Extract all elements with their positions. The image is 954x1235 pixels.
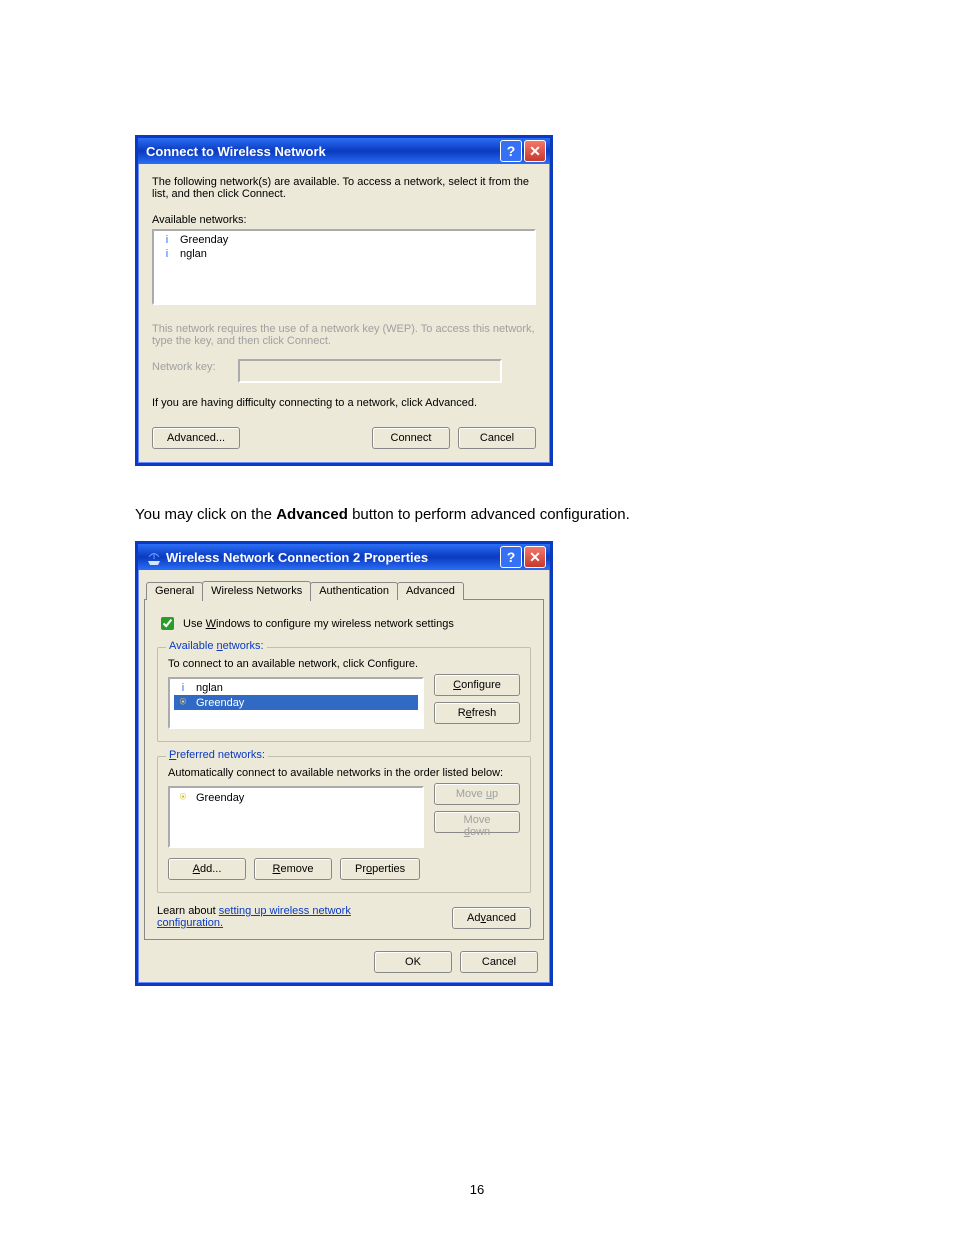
network-item[interactable]: i nglan	[158, 247, 530, 261]
network-item[interactable]: i Greenday	[158, 233, 530, 247]
learn-text: Learn about setting up wireless network …	[157, 905, 442, 929]
network-item[interactable]: ⍟ Greenday	[174, 695, 418, 710]
available-networks-group: Available networks: To connect to an ava…	[157, 647, 531, 742]
configure-button[interactable]: Configure	[434, 674, 520, 696]
remove-button[interactable]: Remove	[254, 858, 332, 880]
wireless-icon	[146, 553, 162, 565]
refresh-button[interactable]: Refresh	[434, 702, 520, 724]
difficulty-text: If you are having difficulty connecting …	[152, 397, 536, 409]
tab-advanced[interactable]: Advanced	[397, 582, 464, 600]
cancel-button[interactable]: Cancel	[458, 427, 536, 449]
preferred-hint: Automatically connect to available netwo…	[168, 767, 520, 779]
available-networks-list[interactable]: i Greenday i nglan	[152, 229, 536, 305]
page-number: 16	[0, 1182, 954, 1197]
instruction-text: You may click on the Advanced button to …	[135, 506, 735, 523]
help-link[interactable]: configuration.	[157, 917, 223, 929]
available-networks-list[interactable]: i nglan ⍟ Greenday	[168, 677, 424, 729]
dialog-title: Wireless Network Connection 2 Properties	[166, 550, 428, 565]
use-windows-checkbox-input[interactable]	[161, 617, 174, 630]
intro-text: The following network(s) are available. …	[152, 176, 536, 200]
titlebar: Wireless Network Connection 2 Properties…	[138, 544, 550, 570]
move-up-button[interactable]: Move up	[434, 783, 520, 805]
ok-button[interactable]: OK	[374, 951, 452, 973]
group-legend: Available networks:	[166, 640, 267, 652]
secure-wireless-icon: ⍟	[176, 791, 190, 804]
help-icon[interactable]: ?	[500, 140, 522, 162]
dialog-title: Connect to Wireless Network	[146, 144, 326, 159]
secure-wireless-icon: ⍟	[176, 696, 190, 709]
tab-body: Use Windows to configure my wireless net…	[144, 599, 544, 940]
network-key-input	[238, 359, 502, 383]
advanced-button[interactable]: Advanced	[452, 907, 531, 929]
add-button[interactable]: Add...	[168, 858, 246, 880]
close-icon[interactable]: ✕	[524, 546, 546, 568]
available-networks-label: Available networks:	[152, 214, 536, 226]
advanced-button[interactable]: Advanced...	[152, 427, 240, 449]
tabstrip: General Wireless Networks Authentication…	[142, 580, 546, 600]
preferred-networks-group: Preferred networks: Automatically connec…	[157, 756, 531, 893]
antenna-icon: i	[160, 234, 174, 246]
preferred-networks-list[interactable]: ⍟ Greenday	[168, 786, 424, 848]
connect-button[interactable]: Connect	[372, 427, 450, 449]
network-item[interactable]: i nglan	[174, 681, 418, 695]
wep-hint: This network requires the use of a netwo…	[152, 323, 536, 347]
connect-wireless-dialog: Connect to Wireless Network ? ✕ The foll…	[135, 135, 553, 466]
close-icon[interactable]: ✕	[524, 140, 546, 162]
available-hint: To connect to an available network, clic…	[168, 658, 520, 670]
antenna-icon: i	[160, 248, 174, 260]
group-legend: Preferred networks:	[166, 749, 268, 761]
wireless-properties-dialog: Wireless Network Connection 2 Properties…	[135, 541, 553, 986]
use-windows-checkbox[interactable]: Use Windows to configure my wireless net…	[157, 614, 531, 633]
help-link[interactable]: setting up wireless network	[219, 905, 351, 917]
tab-general[interactable]: General	[146, 582, 203, 600]
cancel-button[interactable]: Cancel	[460, 951, 538, 973]
tab-wireless-networks[interactable]: Wireless Networks	[202, 581, 311, 601]
titlebar: Connect to Wireless Network ? ✕	[138, 138, 550, 164]
properties-button[interactable]: Properties	[340, 858, 420, 880]
network-item[interactable]: ⍟ Greenday	[174, 790, 418, 805]
antenna-icon: i	[176, 682, 190, 694]
help-icon[interactable]: ?	[500, 546, 522, 568]
move-down-button[interactable]: Move down	[434, 811, 520, 833]
tab-authentication[interactable]: Authentication	[310, 582, 398, 600]
